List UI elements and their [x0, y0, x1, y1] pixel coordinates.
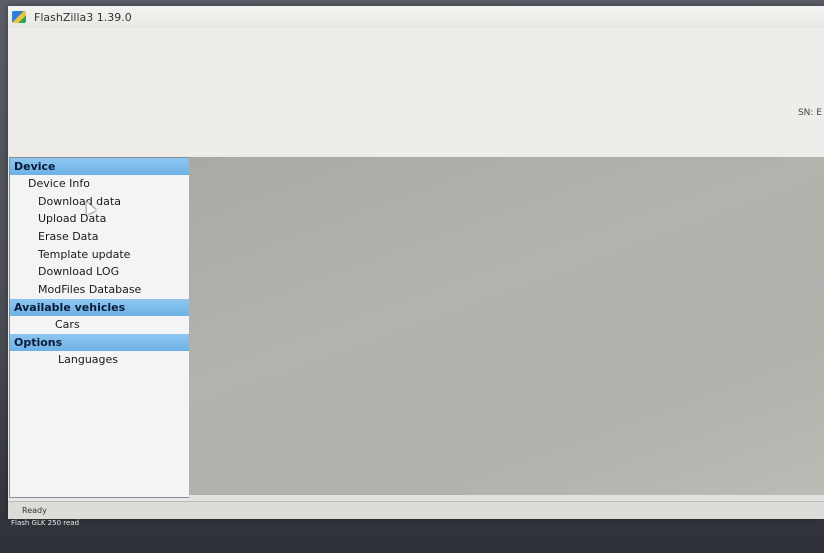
main-content-panel	[189, 157, 824, 495]
window-title: FlashZilla3 1.39.0	[34, 10, 132, 24]
nav-device-info[interactable]: Device Info	[10, 175, 189, 193]
serial-number-label: SN: E	[797, 108, 822, 118]
status-bar: Ready	[8, 501, 824, 519]
status-text: Ready	[22, 506, 47, 515]
group-header-options[interactable]: Options	[10, 333, 189, 351]
nav-erase-data[interactable]: Erase Data	[10, 228, 189, 246]
nav-modfiles-database[interactable]: ModFiles Database	[10, 281, 189, 299]
nav-template-update[interactable]: Template update	[10, 246, 189, 264]
nav-download-data[interactable]: Download data	[10, 193, 189, 211]
desktop-shortcut[interactable]: Flash GLK 250 read	[10, 518, 80, 528]
group-header-device[interactable]: Device	[10, 158, 189, 175]
desktop-shortcut-label: Flash GLK 250 read	[10, 519, 80, 527]
title-bar[interactable]: FlashZilla3 1.39.0	[8, 6, 824, 28]
header-area: SN: E	[8, 28, 824, 156]
app-logo-icon	[12, 11, 26, 23]
sidebar-menu: Device Device Info Download data Upload …	[9, 157, 190, 498]
nav-languages[interactable]: Languages	[10, 351, 189, 369]
nav-download-log[interactable]: Download LOG	[10, 263, 189, 281]
app-window: FlashZilla3 1.39.0 SN: E Device Device I…	[8, 6, 824, 519]
nav-upload-data[interactable]: Upload Data	[10, 210, 189, 228]
nav-cars[interactable]: Cars	[10, 316, 189, 334]
group-header-available-vehicles[interactable]: Available vehicles	[10, 298, 189, 316]
